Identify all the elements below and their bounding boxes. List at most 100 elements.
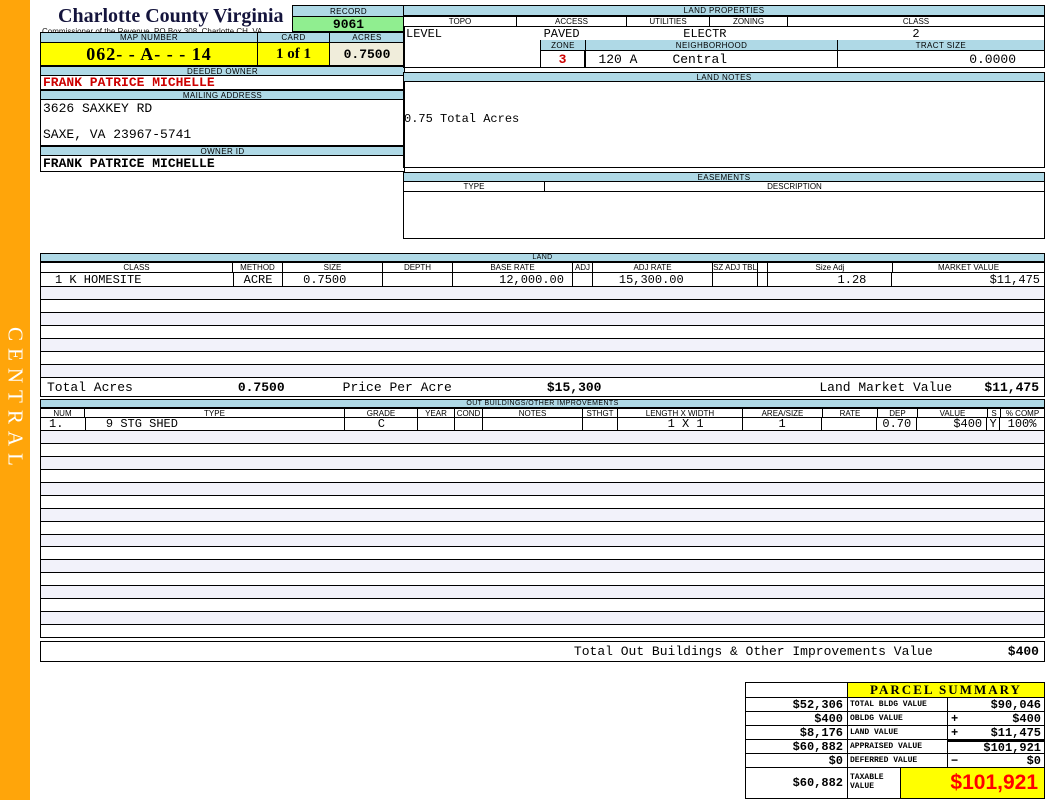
summary-row-appraised: $60,882 APPRAISED VALUE $101,921 (746, 740, 1044, 755)
obldg-left-value: $400 (746, 712, 848, 726)
land-totals-row: Total Acres 0.7500 Price Per Acre $15,30… (40, 378, 1045, 397)
ob-grade-header: GRADE (345, 408, 418, 418)
empty-row (41, 625, 1044, 638)
deferred-label: DEFERRED VALUE (848, 754, 948, 768)
address-line1: 3626 SAXKEY RD (43, 101, 153, 116)
zone-column: ZONE 3 (540, 40, 586, 67)
ob-cond-header: COND (455, 408, 483, 418)
summary-row-taxable: $60,882 TAXABLE VALUE $101,921 (746, 768, 1044, 798)
neighborhood-code: 120 A (598, 51, 638, 67)
summary-row-obldg: $400 OBLDG VALUE + $400 (746, 712, 1044, 726)
acres-value: 0.7500 (330, 43, 405, 66)
taxable-label: TAXABLE VALUE (848, 768, 901, 798)
obldg-value: $400 (1012, 711, 1041, 726)
ob-type-cell: 9 STG SHED (86, 418, 346, 430)
card-value: 1 of 1 (258, 43, 330, 66)
land-class-cell: 1 K HOMESITE (41, 273, 234, 286)
land-title: LAND (40, 253, 1045, 262)
topo-value: LEVEL (406, 27, 443, 41)
ob-area-size-cell: 1 (743, 418, 823, 430)
empty-row (41, 300, 1044, 313)
owner-id-value: FRANK PATRICE MICHELLE (40, 156, 405, 172)
ob-pct-comp-header: % COMP (1001, 408, 1045, 418)
land-size-adj-header: Size Adj (768, 262, 893, 273)
land-adj-cell (573, 273, 593, 286)
land-method-cell: ACRE (234, 273, 284, 286)
outbuilding-row: 1. 9 STG SHED C 1 X 1 1 0.70 $400 Y 100% (40, 418, 1045, 431)
parcel-summary: PARCEL SUMMARY $52,306 TOTAL BLDG VALUE … (745, 682, 1045, 799)
empty-row (41, 521, 1044, 535)
deferred-op: − (951, 753, 959, 768)
land-market-value-cell: $11,475 (989, 273, 1041, 286)
land-left-value: $8,176 (746, 726, 848, 740)
card-label: CARD (258, 32, 330, 43)
ob-notes-cell (483, 418, 583, 430)
empty-row (41, 482, 1044, 496)
deeded-owner-section: DEEDED OWNER FRANK PATRICE MICHELLE (40, 66, 405, 90)
class-value: 2 (912, 27, 920, 41)
mailing-address-value: 3626 SAXKEY RD SAXE, VA 23967-5741 (40, 100, 405, 146)
tract-size-value: 0.0000 (836, 51, 1044, 67)
land-depth-header: DEPTH (383, 262, 453, 273)
land-notes-value: 0.75 Total Acres (403, 82, 1045, 168)
land-base-rate-cell: 12,000.00 (453, 273, 573, 286)
empty-row (41, 508, 1044, 522)
neighborhood-column: NEIGHBORHOOD 120 A Central (585, 40, 837, 67)
easement-type-header: TYPE (403, 182, 545, 192)
map-card-acres-table: MAP NUMBER CARD ACRES 062- - A- - - 14 1… (40, 32, 405, 66)
record-box: RECORD 9061 (292, 5, 405, 32)
access-value: PAVED (543, 27, 580, 41)
empty-row (41, 534, 1044, 548)
bldg-value: $90,046 (990, 697, 1041, 712)
empty-row (41, 352, 1044, 365)
ob-num-cell: 1. (41, 418, 86, 430)
ob-length-width-cell: 1 X 1 (618, 418, 743, 430)
acres-label: ACRES (330, 32, 405, 43)
land-blank-cell (758, 273, 768, 286)
bldg-label: TOTAL BLDG VALUE (848, 698, 948, 712)
owner-id-section: OWNER ID FRANK PATRICE MICHELLE (40, 146, 405, 172)
land-method-header: METHOD (233, 262, 283, 273)
access-header: ACCESS (517, 16, 627, 27)
ob-pct-comp-cell: 100% (1007, 418, 1037, 430)
owner-id-label: OWNER ID (40, 146, 405, 156)
land-market-value-total: $11,475 (984, 379, 1039, 395)
land-class-header: CLASS (40, 262, 233, 273)
ob-year-header: YEAR (418, 408, 455, 418)
neighborhood-label: NEIGHBORHOOD (585, 40, 837, 51)
map-number-label: MAP NUMBER (40, 32, 258, 43)
price-per-acre-value: $15,300 (546, 379, 602, 395)
total-acres-label: Total Acres (47, 379, 133, 395)
empty-row (41, 339, 1044, 352)
mailing-address-label: MAILING ADDRESS (40, 90, 405, 100)
obldg-label: OBLDG VALUE (848, 712, 948, 726)
taxable-value: $101,921 (901, 768, 1044, 798)
price-per-acre-label: Price Per Acre (342, 379, 452, 395)
land-adj-rate-cell: 15,300.00 (593, 273, 713, 286)
land-row: 1 K HOMESITE ACRE 0.7500 12,000.00 15,30… (40, 273, 1045, 287)
appraised-label: APPRAISED VALUE (848, 740, 948, 754)
easement-description-header: DESCRIPTION (545, 182, 1045, 192)
land-size-header: SIZE (283, 262, 383, 273)
topo-spacer (404, 40, 541, 67)
empty-row (41, 469, 1044, 483)
summary-row-land: $8,176 LAND VALUE + $11,475 (746, 726, 1044, 740)
ob-cond-cell (455, 418, 484, 430)
land-op: + (951, 725, 959, 740)
land-value: $11,475 (990, 725, 1041, 740)
ob-s-cell: Y (987, 418, 1001, 430)
empty-row (41, 443, 1044, 457)
land-properties-title: LAND PROPERTIES (403, 5, 1045, 16)
ob-notes-header: NOTES (483, 408, 583, 418)
land-notes-title: LAND NOTES (403, 72, 1045, 82)
land-label: LAND VALUE (848, 726, 948, 740)
land-adj-rate-header: ADJ RATE (593, 262, 713, 273)
ob-rate-cell (822, 418, 878, 430)
land-empty-rows (40, 287, 1045, 378)
land-market-value-header: MARKET VALUE (893, 262, 1045, 273)
empty-row (41, 547, 1044, 561)
outbuildings-section: OUT BUILDINGS/OTHER IMPROVEMENTS NUM TYP… (40, 399, 1045, 638)
mailing-address-section: MAILING ADDRESS 3626 SAXKEY RD SAXE, VA … (40, 90, 405, 146)
total-acres-value: 0.7500 (237, 379, 285, 395)
empty-row (41, 599, 1044, 613)
